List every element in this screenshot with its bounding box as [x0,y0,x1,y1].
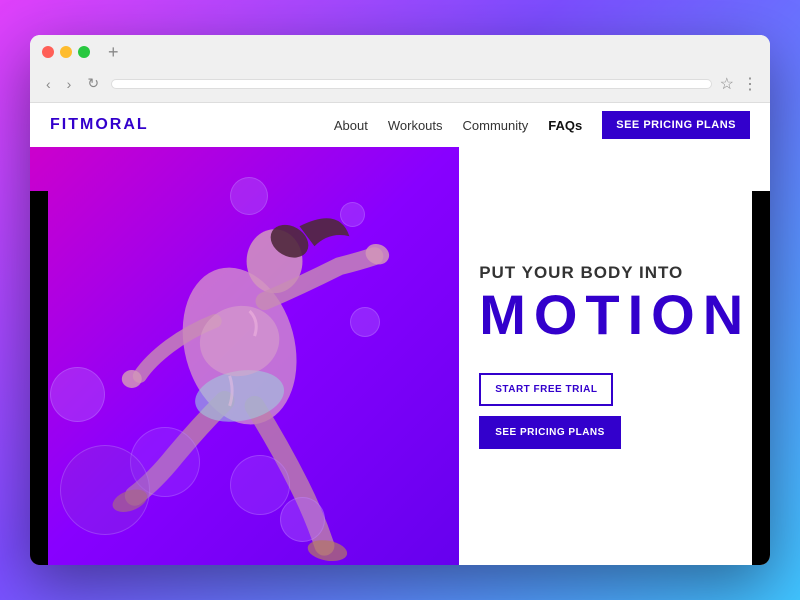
addressbar: ‹ › ↻ ☆ ⋮ [30,69,770,102]
bubble-7 [60,445,150,535]
nav-pricing-button[interactable]: SEE PRICING PLANS [602,111,750,139]
nav-community[interactable]: Community [463,118,529,133]
maximize-dot[interactable] [78,46,90,58]
bubble-8 [230,455,290,515]
left-sidebar-bar [30,191,48,565]
website-content: FITMORAL About Workouts Community FAQs S… [30,103,770,565]
bubble-3 [350,307,380,337]
bubble-1 [230,177,268,215]
forward-button[interactable]: › [63,74,76,94]
minimize-dot[interactable] [60,46,72,58]
site-navigation: FITMORAL About Workouts Community FAQs S… [30,103,770,147]
site-logo: FITMORAL [50,116,149,134]
bookmark-icon[interactable]: ☆ [720,74,734,94]
browser-chrome: + ‹ › ↻ ☆ ⋮ [30,35,770,103]
hero-left-panel [30,147,459,565]
see-pricing-button[interactable]: SEE PRICING PLANS [479,416,621,449]
nav-workouts[interactable]: Workouts [388,118,443,133]
back-button[interactable]: ‹ [42,74,55,94]
url-bar[interactable] [111,79,712,89]
nav-about[interactable]: About [334,118,368,133]
new-tab-button[interactable]: + [108,43,119,61]
nav-links: About Workouts Community FAQs SEE PRICIN… [334,111,750,139]
nav-faqs[interactable]: FAQs [548,118,582,133]
bubble-2 [340,202,365,227]
hero-subtitle: PUT YOUR BODY INTO [479,263,740,283]
hero-title: MOTION [479,287,740,343]
hero-section: PUT YOUR BODY INTO MOTION START FREE TRI… [30,147,770,565]
start-trial-button[interactable]: START FREE TRIAL [479,373,613,406]
refresh-button[interactable]: ↻ [83,73,103,94]
bubble-6 [280,497,325,542]
browser-menu-icon[interactable]: ⋮ [742,74,758,94]
right-sidebar-bar [752,191,770,565]
hero-right-panel: PUT YOUR BODY INTO MOTION START FREE TRI… [459,147,770,565]
close-dot[interactable] [42,46,54,58]
hero-buttons: START FREE TRIAL SEE PRICING PLANS [479,373,740,449]
browser-window: + ‹ › ↻ ☆ ⋮ FITMORAL About Workouts Comm… [30,35,770,565]
bubble-4 [50,367,105,422]
titlebar: + [30,35,770,69]
